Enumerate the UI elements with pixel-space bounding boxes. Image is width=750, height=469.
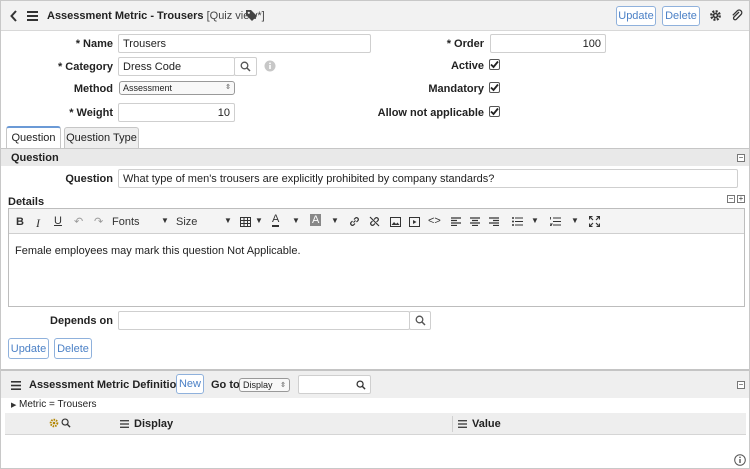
size-caret-icon: ▼ — [224, 216, 232, 225]
weight-field[interactable]: 10 — [118, 103, 235, 122]
name-label: * Name — [75, 38, 113, 50]
weight-label: * Weight — [69, 107, 113, 119]
details-label: Details — [8, 196, 45, 208]
italic-icon[interactable]: I — [36, 216, 40, 231]
numbered-list-caret-icon: ▼ — [571, 216, 579, 225]
search-column-icon[interactable] — [61, 418, 71, 428]
record-title: Assessment Metric - Trousers — [47, 10, 204, 22]
active-label: Active — [450, 60, 484, 72]
mandatory-checkbox[interactable] — [489, 82, 500, 93]
align-center-icon[interactable] — [469, 217, 480, 226]
context-menu-icon[interactable] — [26, 10, 38, 22]
column-header-display[interactable]: Display — [134, 418, 173, 430]
redo-icon[interactable]: ↷ — [94, 215, 103, 228]
name-field[interactable]: Trousers — [118, 34, 371, 53]
related-list-search-input[interactable] — [298, 375, 371, 394]
update-button[interactable]: Update — [616, 6, 656, 26]
unlink-icon[interactable] — [368, 216, 380, 227]
question-field[interactable]: What type of men's trousers are explicit… — [118, 169, 738, 188]
search-icon — [356, 379, 366, 390]
bottom-update-button[interactable]: Update — [8, 338, 49, 359]
method-label: Method — [73, 83, 113, 95]
fonts-dropdown[interactable]: Fonts — [112, 216, 140, 228]
size-dropdown[interactable]: Size — [176, 216, 197, 228]
info-icon[interactable] — [264, 60, 276, 72]
column-menu-icon[interactable] — [119, 419, 129, 428]
question-label: Question — [65, 173, 113, 185]
info-icon[interactable] — [734, 454, 746, 466]
list-menu-icon[interactable] — [10, 380, 21, 390]
link-icon[interactable] — [348, 216, 360, 227]
column-header-value[interactable]: Value — [472, 418, 501, 430]
active-checkbox[interactable] — [489, 59, 500, 70]
category-lookup-button[interactable] — [234, 57, 257, 76]
video-icon[interactable] — [408, 216, 420, 227]
form-title: Assessment Metric - Trousers [Quiz view*… — [47, 10, 265, 22]
related-list-title: Assessment Metric Definitions — [29, 379, 190, 391]
question-section-title: Question — [11, 152, 59, 164]
attachment-icon[interactable] — [730, 9, 743, 22]
text-color-caret-icon: ▼ — [292, 216, 300, 225]
method-select[interactable]: Assessment ⇳ — [119, 81, 235, 95]
bold-icon[interactable]: B — [16, 216, 24, 228]
align-right-icon[interactable] — [488, 217, 499, 226]
select-arrows-icon: ⇳ — [225, 84, 231, 91]
allow-not-applicable-label: Allow not applicable — [377, 107, 484, 119]
expand-editor-icon[interactable]: + — [737, 195, 745, 203]
tab-question[interactable]: Question — [6, 126, 61, 148]
allow-not-applicable-checkbox[interactable] — [489, 106, 500, 117]
back-icon[interactable] — [9, 10, 19, 22]
bullet-list-icon[interactable] — [511, 217, 523, 226]
tag-icon[interactable] — [244, 9, 258, 21]
column-divider — [452, 416, 453, 432]
collapse-related-list-icon[interactable]: − — [737, 381, 745, 389]
breadcrumb-caret-icon: ▶ — [11, 402, 17, 409]
goto-select[interactable]: Display ⇳ — [239, 378, 290, 392]
category-label: * Category — [57, 61, 113, 73]
checkmark-icon — [490, 83, 499, 92]
fonts-caret-icon: ▼ — [161, 216, 169, 225]
search-icon — [240, 61, 251, 72]
gear-icon[interactable] — [709, 9, 722, 22]
breadcrumb[interactable]: Metric = Trousers — [19, 399, 97, 410]
category-field[interactable]: Dress Code — [118, 57, 235, 76]
background-color-caret-icon: ▼ — [331, 216, 339, 225]
collapse-editor-icon[interactable]: − — [727, 195, 735, 203]
depends-on-lookup-button[interactable] — [409, 311, 431, 330]
new-button[interactable]: New — [176, 374, 204, 394]
mandatory-label: Mandatory — [428, 83, 484, 95]
personalize-list-icon[interactable] — [49, 418, 59, 428]
bottom-delete-button[interactable]: Delete — [54, 338, 92, 359]
background-color-icon[interactable]: A — [310, 214, 322, 226]
checkmark-icon — [490, 107, 499, 116]
order-field[interactable]: 100 — [490, 34, 606, 53]
source-code-icon[interactable]: <> — [428, 215, 441, 227]
order-label: * Order — [446, 38, 484, 50]
text-color-icon[interactable]: A — [272, 214, 280, 227]
underline-icon[interactable]: U — [54, 215, 62, 227]
undo-icon[interactable]: ↶ — [74, 215, 83, 228]
question-section-header — [1, 149, 749, 166]
goto-label: Go to — [211, 379, 240, 391]
numbered-list-icon[interactable] — [549, 217, 561, 226]
depends-on-field[interactable] — [118, 311, 410, 330]
collapse-icon[interactable]: − — [737, 154, 745, 162]
search-icon — [415, 315, 426, 326]
image-icon[interactable] — [389, 216, 401, 227]
table-caret-icon: ▼ — [255, 216, 263, 225]
method-select-value: Assessment — [123, 83, 173, 93]
goto-select-value: Display — [243, 380, 273, 390]
table-icon[interactable] — [239, 216, 251, 227]
table-header-row — [5, 413, 746, 435]
tab-question-type[interactable]: Question Type — [64, 127, 139, 148]
fullscreen-icon[interactable] — [588, 216, 600, 227]
column-menu-icon[interactable] — [457, 419, 467, 428]
bullet-list-caret-icon: ▼ — [531, 216, 539, 225]
delete-button[interactable]: Delete — [662, 6, 700, 26]
depends-on-label: Depends on — [50, 315, 113, 327]
details-body-text[interactable]: Female employees may mark this question … — [15, 245, 301, 257]
select-arrows-icon: ⇳ — [280, 382, 286, 389]
align-left-icon[interactable] — [450, 217, 461, 226]
checkmark-icon — [490, 60, 499, 69]
